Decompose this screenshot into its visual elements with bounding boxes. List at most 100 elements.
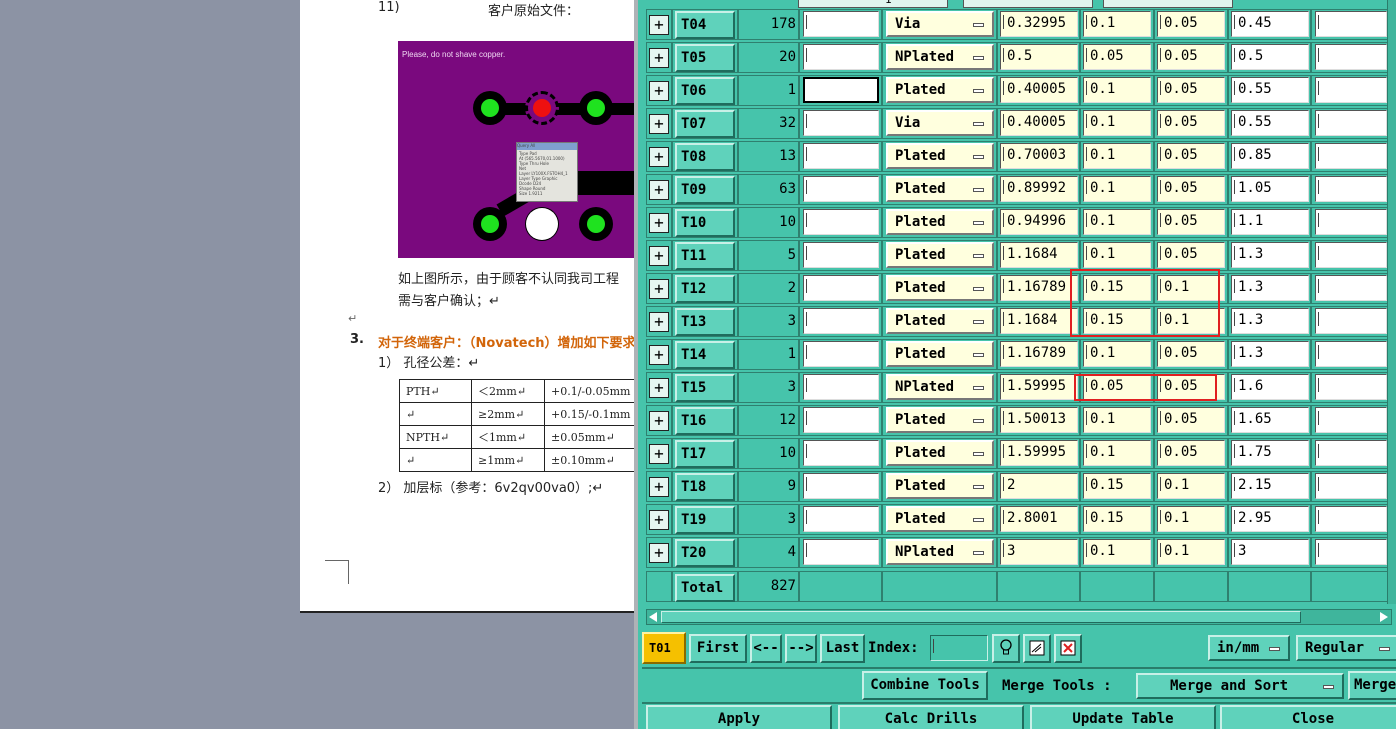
drill-comment-input[interactable] — [803, 209, 879, 235]
finish-size-input[interactable]: 1.1 — [1231, 209, 1309, 235]
finish-size-input[interactable]: 0.55 — [1231, 110, 1309, 136]
hole-type-dropdown[interactable]: Plated — [886, 506, 994, 532]
drill-size-input[interactable]: 1.16789 — [1000, 341, 1078, 367]
finish-size-input[interactable]: 1.05 — [1231, 176, 1309, 202]
expand-row-icon[interactable]: + — [649, 180, 669, 200]
expand-row-icon[interactable]: + — [649, 510, 669, 530]
finish-size-input[interactable]: 0.85 — [1231, 143, 1309, 169]
tol-minus-input[interactable]: 0.05 — [1157, 110, 1225, 136]
drill-comment-input[interactable] — [803, 275, 879, 301]
layers-icon[interactable] — [1023, 634, 1051, 663]
finish-size-input[interactable]: 0.55 — [1231, 77, 1309, 103]
tool-name-button[interactable]: T06 — [675, 77, 735, 105]
tol-plus-input[interactable]: 0.1 — [1083, 11, 1151, 37]
tool-name-button[interactable]: T08 — [675, 143, 735, 171]
expand-row-icon[interactable]: + — [649, 543, 669, 563]
tol-plus-input[interactable]: 0.1 — [1083, 407, 1151, 433]
tol-plus-input[interactable]: 0.1 — [1083, 176, 1151, 202]
drill-comment-input[interactable] — [803, 77, 879, 103]
drill-size-input[interactable]: 0.40005 — [1000, 110, 1078, 136]
drill-comment-input[interactable] — [803, 473, 879, 499]
drill-size-input[interactable]: 1.59995 — [1000, 440, 1078, 466]
finish-size-input[interactable]: 1.65 — [1231, 407, 1309, 433]
tol-minus-input[interactable]: 0.05 — [1157, 77, 1225, 103]
drill-size-input[interactable]: 1.59995 — [1000, 374, 1078, 400]
tool-name-button[interactable]: T13 — [675, 308, 735, 336]
extra-input[interactable] — [1315, 110, 1387, 136]
hole-type-dropdown[interactable]: Via — [886, 11, 994, 37]
extra-input[interactable] — [1315, 506, 1387, 532]
hole-type-dropdown[interactable]: Plated — [886, 341, 994, 367]
expand-row-icon[interactable]: + — [649, 213, 669, 233]
extra-input[interactable] — [1315, 440, 1387, 466]
tol-plus-input[interactable]: 0.1 — [1083, 242, 1151, 268]
drill-comment-input[interactable] — [803, 143, 879, 169]
prev-button[interactable]: <-- — [750, 634, 782, 663]
top-field-fragment[interactable]: 1 — [798, 0, 948, 8]
expand-row-icon[interactable]: + — [649, 147, 669, 167]
tool-name-button[interactable]: T17 — [675, 440, 735, 468]
tool-name-button[interactable]: T18 — [675, 473, 735, 501]
extra-input[interactable] — [1315, 44, 1387, 70]
drill-comment-input[interactable] — [803, 440, 879, 466]
extra-input[interactable] — [1315, 77, 1387, 103]
apply-button[interactable]: Apply — [646, 705, 832, 729]
extra-input[interactable] — [1315, 374, 1387, 400]
drill-comment-input[interactable] — [803, 176, 879, 202]
tol-minus-input[interactable]: 0.1 — [1157, 539, 1225, 565]
tol-plus-input[interactable]: 0.1 — [1083, 341, 1151, 367]
tool-name-button[interactable]: T16 — [675, 407, 735, 435]
finish-size-input[interactable]: 1.6 — [1231, 374, 1309, 400]
first-button[interactable]: First — [689, 634, 747, 663]
expand-row-icon[interactable]: + — [649, 378, 669, 398]
merge-button[interactable]: Merge — [1348, 671, 1396, 700]
tool-name-button[interactable]: T19 — [675, 506, 735, 534]
scroll-left-arrow-icon[interactable] — [649, 612, 657, 622]
extra-input[interactable] — [1315, 242, 1387, 268]
hole-type-dropdown[interactable]: NPlated — [886, 44, 994, 70]
drill-comment-input[interactable] — [803, 539, 879, 565]
tool-name-button[interactable]: T11 — [675, 242, 735, 270]
hole-type-dropdown[interactable]: Plated — [886, 176, 994, 202]
expand-row-icon[interactable]: + — [649, 114, 669, 134]
drill-size-input[interactable]: 3 — [1000, 539, 1078, 565]
expand-row-icon[interactable]: + — [649, 15, 669, 35]
tol-minus-input[interactable]: 0.05 — [1157, 440, 1225, 466]
tol-minus-input[interactable]: 0.05 — [1157, 44, 1225, 70]
extra-input[interactable] — [1315, 209, 1387, 235]
extra-input[interactable] — [1315, 11, 1387, 37]
vertical-scrollbar[interactable] — [1387, 0, 1396, 604]
tol-plus-input[interactable]: 0.1 — [1083, 143, 1151, 169]
finish-size-input[interactable]: 1.3 — [1231, 308, 1309, 334]
tool-name-button[interactable]: T15 — [675, 374, 735, 402]
drill-comment-input[interactable] — [803, 44, 879, 70]
hole-type-dropdown[interactable]: Plated — [886, 440, 994, 466]
tool-name-button[interactable]: T12 — [675, 275, 735, 303]
expand-row-icon[interactable]: + — [649, 312, 669, 332]
extra-input[interactable] — [1315, 308, 1387, 334]
calc-drills-button[interactable]: Calc Drills — [838, 705, 1024, 729]
tool-name-button[interactable]: T10 — [675, 209, 735, 237]
hole-type-dropdown[interactable]: Plated — [886, 275, 994, 301]
hole-type-dropdown[interactable]: Plated — [886, 209, 994, 235]
units-dropdown[interactable]: in/mm — [1208, 635, 1290, 661]
tol-minus-input[interactable]: 0.1 — [1157, 506, 1225, 532]
expand-row-icon[interactable]: + — [649, 279, 669, 299]
tol-plus-input[interactable]: 0.15 — [1083, 506, 1151, 532]
drill-size-input[interactable]: 0.32995 — [1000, 11, 1078, 37]
tool-name-button[interactable]: T07 — [675, 110, 735, 138]
finish-size-input[interactable]: 2.15 — [1231, 473, 1309, 499]
drill-comment-input[interactable] — [803, 374, 879, 400]
drill-comment-input[interactable] — [803, 110, 879, 136]
drill-comment-input[interactable] — [803, 506, 879, 532]
drill-size-input[interactable]: 0.5 — [1000, 44, 1078, 70]
last-button[interactable]: Last — [820, 634, 865, 663]
hole-type-dropdown[interactable]: Plated — [886, 308, 994, 334]
scroll-right-arrow-icon[interactable] — [1380, 612, 1388, 622]
drill-size-input[interactable]: 0.89992 — [1000, 176, 1078, 202]
lightbulb-icon[interactable] — [992, 634, 1020, 663]
expand-row-icon[interactable]: + — [649, 246, 669, 266]
tol-minus-input[interactable]: 0.05 — [1157, 341, 1225, 367]
drill-size-input[interactable]: 1.1684 — [1000, 242, 1078, 268]
tol-minus-input[interactable]: 0.05 — [1157, 209, 1225, 235]
